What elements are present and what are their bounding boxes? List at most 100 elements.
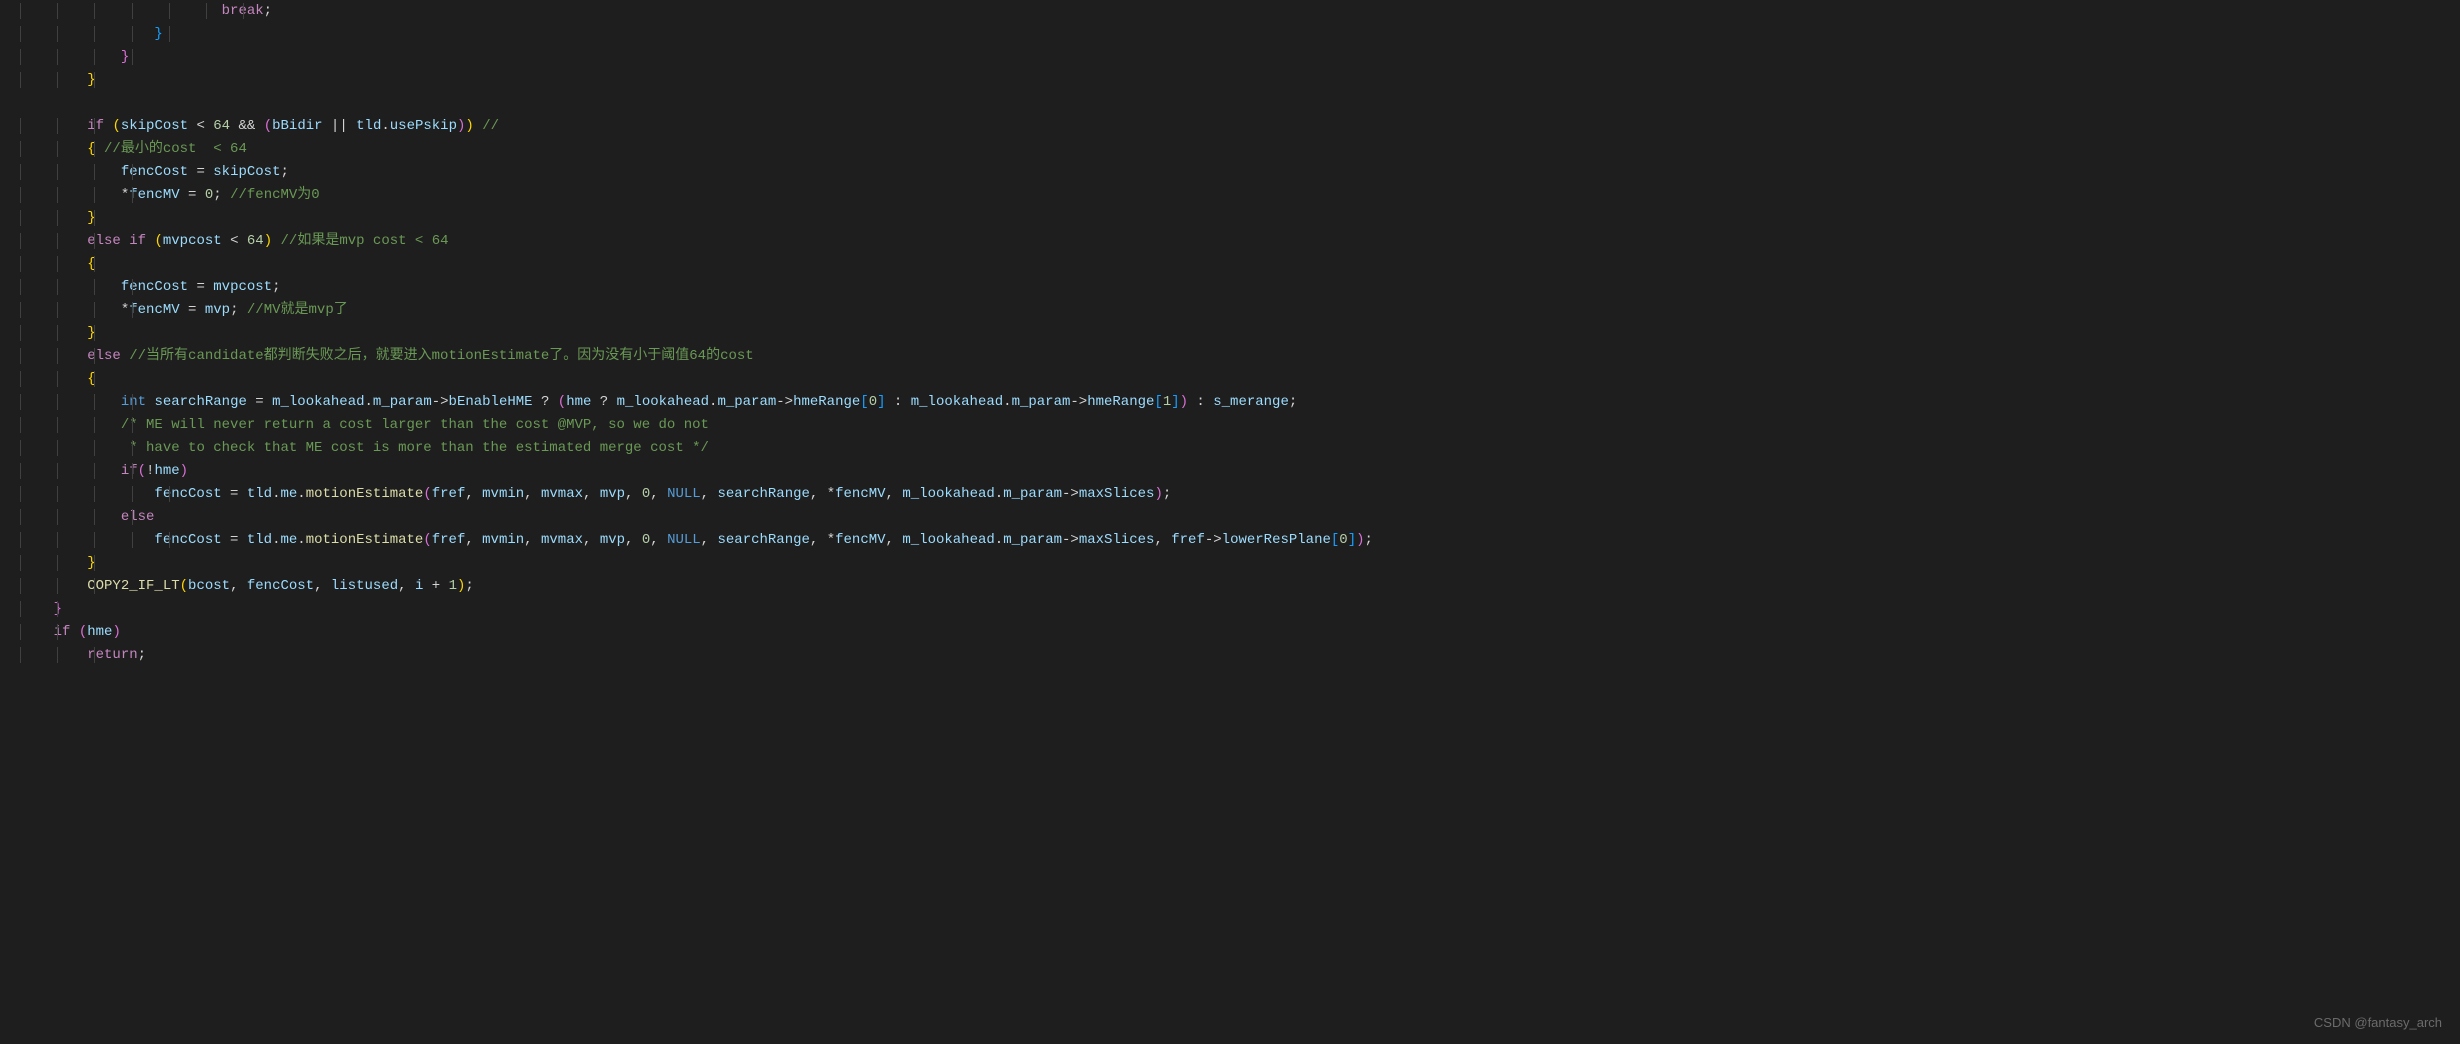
indent-guide	[20, 647, 21, 663]
code-line[interactable]: if (hme)	[20, 621, 2460, 644]
indent-guide	[94, 463, 95, 479]
code-line[interactable]: }	[20, 23, 2460, 46]
code-token: ,	[650, 486, 667, 502]
code-token: hme	[87, 624, 112, 640]
code-token	[474, 118, 482, 134]
code-token: //最小的cost < 64	[104, 141, 247, 157]
code-token: (	[423, 532, 431, 548]
code-token: s_merange	[1213, 394, 1289, 410]
code-line[interactable]: {	[20, 253, 2460, 276]
indent	[20, 647, 87, 663]
code-token: =	[188, 164, 213, 180]
code-line[interactable]: *fencMV = 0; //fencMV为0	[20, 184, 2460, 207]
code-token: fref	[1171, 532, 1205, 548]
code-line[interactable]: if(!hme)	[20, 460, 2460, 483]
code-line[interactable]: }	[20, 46, 2460, 69]
indent-guide	[94, 233, 95, 249]
code-line[interactable]: }	[20, 598, 2460, 621]
code-line[interactable]: return;	[20, 644, 2460, 667]
indent-guide	[57, 210, 58, 226]
code-token: fencMV	[129, 302, 179, 318]
code-token: ;	[1365, 532, 1373, 548]
code-line[interactable]: * have to check that ME cost is more tha…	[20, 437, 2460, 460]
indent-guide	[57, 26, 58, 42]
code-token: ,	[810, 486, 827, 502]
indent	[20, 371, 87, 387]
code-token: .	[365, 394, 373, 410]
indent-guide	[20, 601, 21, 617]
code-line[interactable]: *fencMV = mvp; //MV就是mvp了	[20, 299, 2460, 322]
code-token: NULL	[667, 532, 701, 548]
indent	[20, 233, 87, 249]
code-line[interactable]	[20, 92, 2460, 115]
code-token: ,	[886, 486, 903, 502]
code-token: bEnableHME	[449, 394, 533, 410]
code-line[interactable]: fencCost = skipCost;	[20, 161, 2460, 184]
code-token: ;	[138, 647, 146, 663]
code-token: ->	[776, 394, 793, 410]
code-token: 64	[247, 233, 264, 249]
code-line[interactable]: }	[20, 322, 2460, 345]
editor-gutter	[0, 0, 20, 1044]
code-token: )	[1356, 532, 1364, 548]
code-line[interactable]: /* ME will never return a cost larger th…	[20, 414, 2460, 437]
code-token: (	[423, 486, 431, 502]
indent-guide	[57, 394, 58, 410]
code-line[interactable]: int searchRange = m_lookahead.m_param->b…	[20, 391, 2460, 414]
indent-guide	[94, 118, 95, 134]
indent-guide	[132, 279, 133, 295]
code-token	[272, 233, 280, 249]
code-line[interactable]: fencCost = tld.me.motionEstimate(fref, m…	[20, 529, 2460, 552]
code-line[interactable]: break;	[20, 0, 2460, 23]
indent-guide	[57, 164, 58, 180]
code-line[interactable]: else //当所有candidate都判断失败之后，就要进入motionEst…	[20, 345, 2460, 368]
code-token: ]	[1348, 532, 1356, 548]
code-token: * have to check that ME cost is more tha…	[121, 440, 709, 456]
code-line[interactable]: else if (mvpcost < 64) //如果是mvp cost < 6…	[20, 230, 2460, 253]
code-token: ,	[625, 486, 642, 502]
indent-guide	[57, 72, 58, 88]
code-line[interactable]: }	[20, 552, 2460, 575]
indent	[20, 555, 87, 571]
indent-guide	[94, 532, 95, 548]
code-token: if	[54, 624, 71, 640]
indent-guide	[94, 26, 95, 42]
code-line[interactable]: }	[20, 207, 2460, 230]
code-token: //	[482, 118, 499, 134]
indent-guide	[57, 279, 58, 295]
code-token: <	[222, 233, 247, 249]
code-line[interactable]: {	[20, 368, 2460, 391]
code-token: m_param	[717, 394, 776, 410]
indent-guide	[206, 3, 207, 19]
code-token: ?	[591, 394, 616, 410]
indent-guide	[94, 486, 95, 502]
indent-guide	[57, 325, 58, 341]
code-token: ?	[533, 394, 558, 410]
code-line[interactable]: fencCost = mvpcost;	[20, 276, 2460, 299]
code-line[interactable]: else	[20, 506, 2460, 529]
code-token: me	[280, 532, 297, 548]
code-token: )	[465, 118, 473, 134]
code-token: (	[138, 463, 146, 479]
code-line[interactable]: }	[20, 69, 2460, 92]
code-token: mvmin	[482, 486, 524, 502]
code-token: m_lookahead	[911, 394, 1003, 410]
code-editor[interactable]: break; } } } if (skipCost < 64 && (bBidi…	[20, 0, 2460, 1044]
indent	[20, 72, 87, 88]
indent	[20, 210, 87, 226]
code-token: //如果是mvp cost < 64	[281, 233, 449, 249]
code-line[interactable]: fencCost = tld.me.motionEstimate(fref, m…	[20, 483, 2460, 506]
code-line[interactable]: { //最小的cost < 64	[20, 138, 2460, 161]
indent-guide	[94, 578, 95, 594]
indent-guide	[57, 463, 58, 479]
indent-guide	[20, 509, 21, 525]
code-line[interactable]: COPY2_IF_LT(bcost, fencCost, listused, i…	[20, 575, 2460, 598]
indent-guide	[94, 348, 95, 364]
code-token: (	[112, 118, 120, 134]
indent-guide	[20, 624, 21, 640]
indent-guide	[94, 72, 95, 88]
code-line[interactable]: if (skipCost < 64 && (bBidir || tld.useP…	[20, 115, 2460, 138]
watermark-text: CSDN @fantasy_arch	[2314, 1011, 2442, 1034]
code-token: m_param	[373, 394, 432, 410]
indent-guide	[20, 49, 21, 65]
